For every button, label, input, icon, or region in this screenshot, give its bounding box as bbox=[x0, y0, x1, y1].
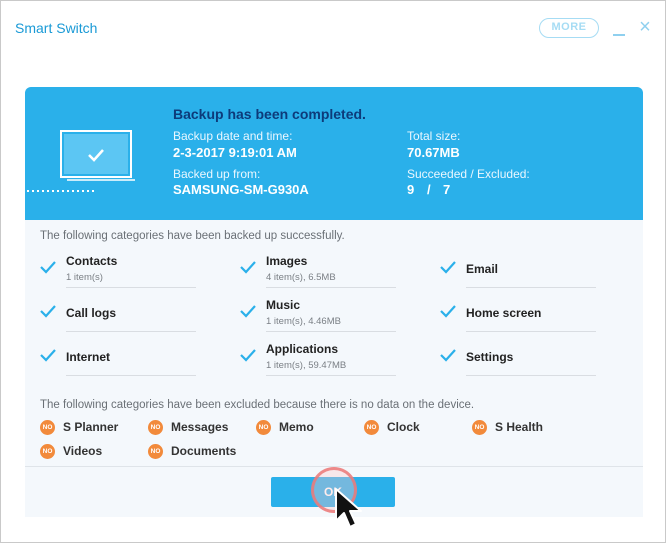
no-badge-icon: NO bbox=[148, 420, 163, 435]
check-icon bbox=[40, 305, 56, 318]
category-applications: Applications 1 item(s), 59.47MB bbox=[240, 338, 400, 380]
no-badge-icon: NO bbox=[364, 420, 379, 435]
check-icon bbox=[40, 261, 56, 274]
total-size-value: 70.67MB bbox=[407, 145, 460, 160]
backup-summary-banner: Backup has been completed. Backup date a… bbox=[25, 87, 643, 220]
excluded-section-label: The following categories have been exclu… bbox=[40, 399, 475, 411]
backed-up-from-label: Backed up from: bbox=[173, 167, 261, 181]
category-name: Settings bbox=[466, 350, 514, 364]
category-detail: 4 item(s), 6.5MB bbox=[266, 272, 336, 283]
window-bottom bbox=[1, 517, 665, 542]
no-badge-icon: NO bbox=[148, 444, 163, 459]
category-name: Internet bbox=[66, 350, 111, 364]
backup-headline: Backup has been completed. bbox=[173, 106, 366, 122]
no-badge-icon: NO bbox=[40, 420, 55, 435]
laptop-check-icon bbox=[27, 130, 135, 192]
minimize-icon[interactable] bbox=[612, 23, 626, 37]
check-icon bbox=[240, 349, 256, 362]
excluded-name: Messages bbox=[171, 420, 229, 434]
app-title: Smart Switch bbox=[15, 20, 98, 36]
category-name: Contacts bbox=[66, 254, 118, 268]
backup-date-label: Backup date and time: bbox=[173, 129, 293, 143]
more-button[interactable]: MORE bbox=[539, 18, 599, 38]
excluded-name: Videos bbox=[63, 444, 103, 458]
category-detail: 1 item(s), 59.47MB bbox=[266, 360, 347, 371]
category-name: Music bbox=[266, 298, 301, 312]
category-internet: Internet bbox=[40, 338, 200, 380]
succeeded-section-label: The following categories have been backe… bbox=[40, 230, 345, 242]
backup-result-card: Backup has been completed. Backup date a… bbox=[25, 87, 643, 517]
check-icon bbox=[40, 349, 56, 362]
check-icon bbox=[440, 349, 456, 362]
succeeded-excluded-label: Succeeded / Excluded: bbox=[407, 167, 530, 181]
no-badge-icon: NO bbox=[40, 444, 55, 459]
category-name: Email bbox=[466, 262, 499, 276]
backed-up-from-value: SAMSUNG-SM-G930A bbox=[173, 182, 309, 197]
category-detail: 1 item(s), 4.46MB bbox=[266, 316, 341, 327]
category-name: Home screen bbox=[466, 306, 542, 320]
excluded-name: S Health bbox=[495, 420, 544, 434]
mouse-cursor-icon bbox=[335, 488, 362, 528]
excluded-name: Memo bbox=[279, 420, 314, 434]
no-badge-icon: NO bbox=[256, 420, 271, 435]
category-email: Email bbox=[440, 250, 600, 292]
count-separator: / bbox=[427, 182, 431, 197]
check-icon bbox=[440, 261, 456, 274]
category-music: Music 1 item(s), 4.46MB bbox=[240, 294, 400, 336]
category-name: Images bbox=[266, 254, 308, 268]
smart-switch-window: Smart Switch MORE × Backup has been comp… bbox=[0, 0, 666, 543]
excluded-name: S Planner bbox=[63, 420, 119, 434]
check-icon bbox=[240, 305, 256, 318]
category-settings: Settings bbox=[440, 338, 600, 380]
total-size-label: Total size: bbox=[407, 129, 461, 143]
category-call-logs: Call logs bbox=[40, 294, 200, 336]
category-name: Applications bbox=[266, 342, 339, 356]
excluded-count: 7 bbox=[443, 182, 451, 197]
category-images: Images 4 item(s), 6.5MB bbox=[240, 250, 400, 292]
category-detail: 1 item(s) bbox=[66, 272, 103, 283]
succeeded-count: 9 bbox=[407, 182, 415, 197]
excluded-name: Clock bbox=[387, 420, 420, 434]
category-home-screen: Home screen bbox=[440, 294, 600, 336]
check-icon bbox=[240, 261, 256, 274]
category-contacts: Contacts 1 item(s) bbox=[40, 250, 200, 292]
excluded-name: Documents bbox=[171, 444, 237, 458]
no-badge-icon: NO bbox=[472, 420, 487, 435]
backup-date-value: 2-3-2017 9:19:01 AM bbox=[173, 145, 297, 160]
title-bar: Smart Switch MORE × bbox=[1, 1, 665, 57]
check-icon bbox=[440, 305, 456, 318]
category-name: Call logs bbox=[66, 306, 117, 320]
close-icon[interactable]: × bbox=[637, 17, 653, 37]
